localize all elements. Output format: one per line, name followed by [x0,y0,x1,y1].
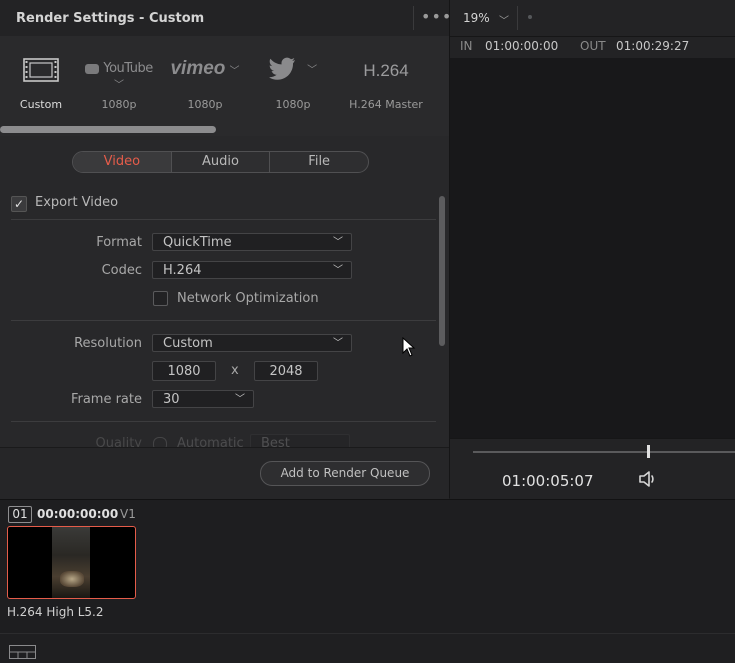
preset-label: 1080p [275,98,311,111]
frame-rate-label: Frame rate [70,392,142,407]
youtube-logo-text: YouTube [103,61,153,76]
format-select[interactable]: QuickTime ﹀ [152,233,352,251]
codec-value: H.264 [163,263,202,278]
quality-automatic-label: Automatic [177,436,244,447]
out-label: OUT [580,39,606,53]
quality-label: Quality [95,436,142,447]
settings-scrollbar[interactable] [439,196,445,346]
chevron-down-icon: ﹀ [333,237,343,248]
zoom-level[interactable]: 19% [463,11,490,25]
quality-row: Quality Automatic Best [0,432,440,447]
section-divider [11,320,436,321]
quality-value: Best [261,436,290,447]
vimeo-logo: vimeo ﹀ [165,58,245,84]
film-strip-icon [1,58,81,84]
format-value: QuickTime [163,235,232,250]
chevron-down-icon: ﹀ [333,338,343,349]
thumbnail-image [52,527,90,598]
network-optimization-checkbox[interactable] [153,291,168,306]
network-optimization-label: Network Optimization [177,291,319,306]
viewer-toolbar [450,0,735,37]
presets-scrollbar[interactable] [0,126,216,133]
preset-twitter[interactable]: ﹀ 1080p [253,36,333,128]
thumbnail-subject [60,571,84,587]
toolbar-divider [517,6,518,30]
preset-h264-master[interactable]: H.264 H.264 Master [346,36,426,128]
status-bar [0,633,735,663]
frame-rate-select[interactable]: 30 ﹀ [152,390,254,408]
chevron-down-icon: ﹀ [229,66,240,77]
current-timecode: 01:00:05:07 [502,472,594,490]
clip-timecode: 00:00:00:00 [37,507,119,521]
resolution-value: Custom [163,336,213,351]
preset-label: Custom [19,98,63,111]
preset-vimeo[interactable]: vimeo ﹀ 1080p [165,36,245,128]
mouse-cursor-icon [402,336,416,357]
vimeo-logo-text: vimeo [170,58,226,79]
chevron-down-icon[interactable]: ﹀ [499,12,509,27]
preset-custom[interactable]: Custom [1,36,81,128]
tab-video[interactable]: Video [73,152,172,172]
speaker-icon[interactable] [638,470,660,490]
scrubber-track[interactable] [473,451,735,453]
video-viewer[interactable] [450,58,735,438]
header-divider [413,6,414,30]
frame-rate-value: 30 [163,392,180,407]
clip-name: H.264 High L5.2 [7,605,104,619]
resolution-label: Resolution [74,336,142,351]
chevron-down-icon: ﹀ [307,64,318,76]
clip-number: 01 [8,506,32,523]
preset-youtube[interactable]: YouTube ﹀ 1080p [79,36,159,128]
quality-automatic-radio[interactable] [153,437,167,447]
clip-thumbnail[interactable] [7,526,136,599]
resolution-select[interactable]: Custom ﹀ [152,334,352,352]
resolution-height-field[interactable]: 2048 [254,361,318,381]
in-timecode: 01:00:00:00 [485,39,559,53]
tab-file[interactable]: File [270,152,368,172]
layout-toggle-icon[interactable] [9,645,36,659]
preset-label: H.264 Master [349,98,423,111]
add-to-render-queue-button[interactable]: Add to Render Queue [260,461,430,486]
more-horizontal-icon[interactable]: ••• [421,8,451,28]
status-dot-icon [528,15,532,19]
in-label: IN [460,39,473,53]
resolution-width-field[interactable]: 1080 [152,361,216,381]
playhead[interactable] [647,445,650,458]
chevron-down-icon: ﹀ [235,394,245,405]
chevron-down-icon: ﹀ [114,80,124,91]
preset-label: 1080p [101,98,137,111]
codec-label: Codec [101,263,142,278]
section-divider [11,421,436,422]
chevron-down-icon: ﹀ [333,265,343,276]
clip-track: V1 [120,507,136,521]
preset-label: 1080p [187,98,223,111]
twitter-bird-icon: ﹀ [253,56,333,82]
youtube-logo: YouTube ﹀ [79,61,159,91]
tab-audio[interactable]: Audio [172,152,271,172]
render-presets-strip: Custom YouTube ﹀ 1080p vimeo ﹀ 1080p ﹀ 1… [0,36,449,136]
section-divider [11,219,436,220]
out-timecode: 01:00:29:27 [616,39,690,53]
h264-logo: H.264 [363,61,409,80]
panel-title: Render Settings - Custom [16,11,205,26]
resolution-separator: x [231,363,239,378]
quality-select[interactable]: Best [250,434,350,447]
export-video-checkbox[interactable]: ✓ [11,196,27,212]
settings-tab-group: Video Audio File [72,151,369,173]
codec-select[interactable]: H.264 ﹀ [152,261,352,279]
format-label: Format [96,235,142,250]
export-video-label: Export Video [35,195,119,210]
